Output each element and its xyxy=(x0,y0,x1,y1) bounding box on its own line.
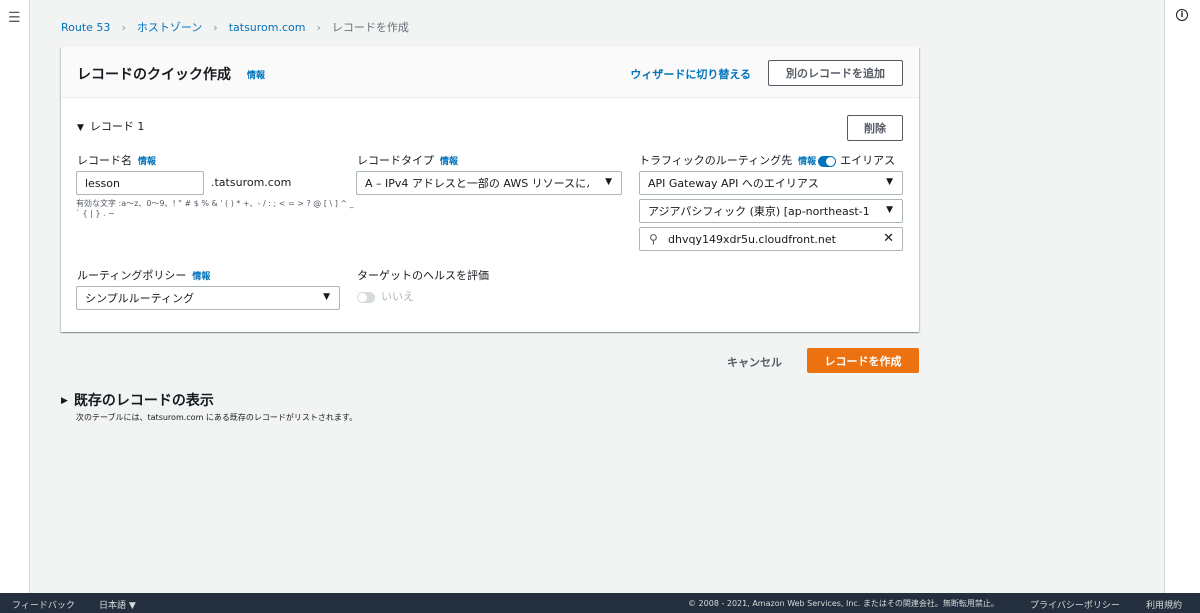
caret-down-icon: ▼ xyxy=(605,177,612,187)
evaluate-health-value: いいえ xyxy=(381,290,414,303)
record-name-label: レコード名 xyxy=(77,154,132,167)
breadcrumb-route53[interactable]: Route 53 xyxy=(61,21,110,34)
record-1-expander[interactable]: ▼ レコード 1 xyxy=(77,118,144,134)
routing-policy-label: ルーティングポリシー xyxy=(77,269,187,282)
traffic-routing-info-link[interactable]: 情報 xyxy=(798,157,816,167)
language-label: 日本語 xyxy=(99,601,127,611)
region-select[interactable]: アジアパシフィック (東京) [ap-northeast-1] ▼ xyxy=(639,199,903,223)
breadcrumb: Route 53 › ホストゾーン › tatsurom.com › レコードを… xyxy=(61,19,409,35)
breadcrumb-hosted-zones[interactable]: ホストゾーン xyxy=(137,19,202,35)
chevron-right-icon: › xyxy=(316,20,321,34)
record-name-label-group: レコード名 情報 xyxy=(77,152,156,168)
routing-policy-select[interactable]: シンプルルーティング ▼ xyxy=(76,286,340,310)
quick-create-panel: レコードのクイック作成 情報 ウィザードに切り替える 別のレコードを追加 ▼ レコ… xyxy=(61,47,919,332)
routing-policy-value: シンプルルーティング xyxy=(85,292,195,305)
existing-records-expander[interactable]: ▶ 既存のレコードの表示 xyxy=(61,390,214,410)
breadcrumb-zone[interactable]: tatsurom.com xyxy=(229,21,306,34)
caret-down-icon: ▼ xyxy=(886,177,893,187)
caret-down-icon: ▼ xyxy=(886,205,893,215)
endpoint-search-input[interactable]: ⚲ dhvqy149xdr5u.cloudfront.net ✕ xyxy=(639,227,903,251)
create-record-button[interactable]: レコードを作成 xyxy=(807,348,919,373)
evaluate-health-label: ターゲットのヘルスを評価 xyxy=(357,269,489,282)
footer: フィードバック 日本語 ▼ © 2008 - 2021, Amazon Web … xyxy=(0,593,1200,613)
language-selector[interactable]: 日本語 ▼ xyxy=(99,598,136,611)
panel-info-link[interactable]: 情報 xyxy=(247,68,265,81)
record-type-label: レコードタイプ xyxy=(357,154,434,167)
existing-records-title: 既存のレコードの表示 xyxy=(73,393,214,409)
left-navigation-rail: ☰ xyxy=(0,0,30,593)
menu-icon[interactable]: ☰ xyxy=(8,10,21,26)
cancel-button[interactable]: キャンセル xyxy=(727,354,782,370)
alias-toggle[interactable] xyxy=(818,155,837,167)
endpoint-value: API Gateway API へのエイリアス xyxy=(648,177,819,190)
routing-policy-info-link[interactable]: 情報 xyxy=(192,272,210,282)
region-value: アジアパシフィック (東京) [ap-northeast-1] xyxy=(648,205,870,218)
breadcrumb-current: レコードを作成 xyxy=(331,21,409,34)
switch-to-wizard-link[interactable]: ウィザードに切り替える xyxy=(630,66,751,82)
caret-down-icon: ▼ xyxy=(128,601,136,611)
search-icon: ⚲ xyxy=(649,232,658,246)
add-another-record-button[interactable]: 別のレコードを追加 xyxy=(768,60,903,86)
panel-title: レコードのクイック作成 xyxy=(77,67,231,83)
right-help-rail: i xyxy=(1164,0,1200,593)
panel-header: レコードのクイック作成 情報 ウィザードに切り替える 別のレコードを追加 xyxy=(61,47,919,98)
record-name-hint: 有効な文字 :a〜z、0〜9、! " # $ % & ' ( ) * +、- /… xyxy=(76,199,354,218)
feedback-link[interactable]: フィードバック xyxy=(12,598,75,611)
record-type-value: A – IPv4 アドレスと一部の AWS リソースにルーティング xyxy=(365,177,589,190)
privacy-policy-link[interactable]: プライバシーポリシー xyxy=(1030,598,1120,611)
evaluate-health-toggle[interactable] xyxy=(357,291,375,303)
record-name-info-link[interactable]: 情報 xyxy=(138,157,156,167)
existing-records-description: 次のテーブルには、tatsurom.com にある既存のレコードがリストされます… xyxy=(76,413,358,422)
endpoint-select[interactable]: API Gateway API へのエイリアス ▼ xyxy=(639,171,903,195)
caret-down-icon: ▼ xyxy=(323,292,330,302)
delete-record-button[interactable]: 削除 xyxy=(847,115,903,141)
record-type-select[interactable]: A – IPv4 アドレスと一部の AWS リソースにルーティング ▼ xyxy=(356,171,622,195)
traffic-routing-label: トラフィックのルーティング先 xyxy=(639,154,793,167)
terms-link[interactable]: 利用規約 xyxy=(1146,598,1182,611)
alias-label: エイリアス xyxy=(840,154,896,167)
caret-right-icon: ▶ xyxy=(61,396,68,406)
endpoint-search-value: dhvqy149xdr5u.cloudfront.net xyxy=(668,232,836,246)
chevron-right-icon: › xyxy=(213,20,218,34)
evaluate-health-toggle-group: いいえ xyxy=(357,288,414,304)
domain-suffix: .tatsurom.com xyxy=(211,176,292,189)
record-type-label-group: レコードタイプ 情報 xyxy=(357,152,458,168)
traffic-routing-label-group: トラフィックのルーティング先 情報 エイリアス xyxy=(639,152,895,168)
caret-down-icon: ▼ xyxy=(77,123,84,133)
copyright-text: © 2008 - 2021, Amazon Web Services, Inc.… xyxy=(688,599,999,608)
info-icon[interactable]: i xyxy=(1176,9,1188,21)
close-icon[interactable]: ✕ xyxy=(883,231,894,246)
record-1-label: レコード 1 xyxy=(89,120,145,133)
record-type-info-link[interactable]: 情報 xyxy=(440,157,458,167)
record-name-input[interactable]: lesson xyxy=(76,171,204,195)
chevron-right-icon: › xyxy=(121,20,126,34)
routing-policy-label-group: ルーティングポリシー 情報 xyxy=(77,267,210,283)
